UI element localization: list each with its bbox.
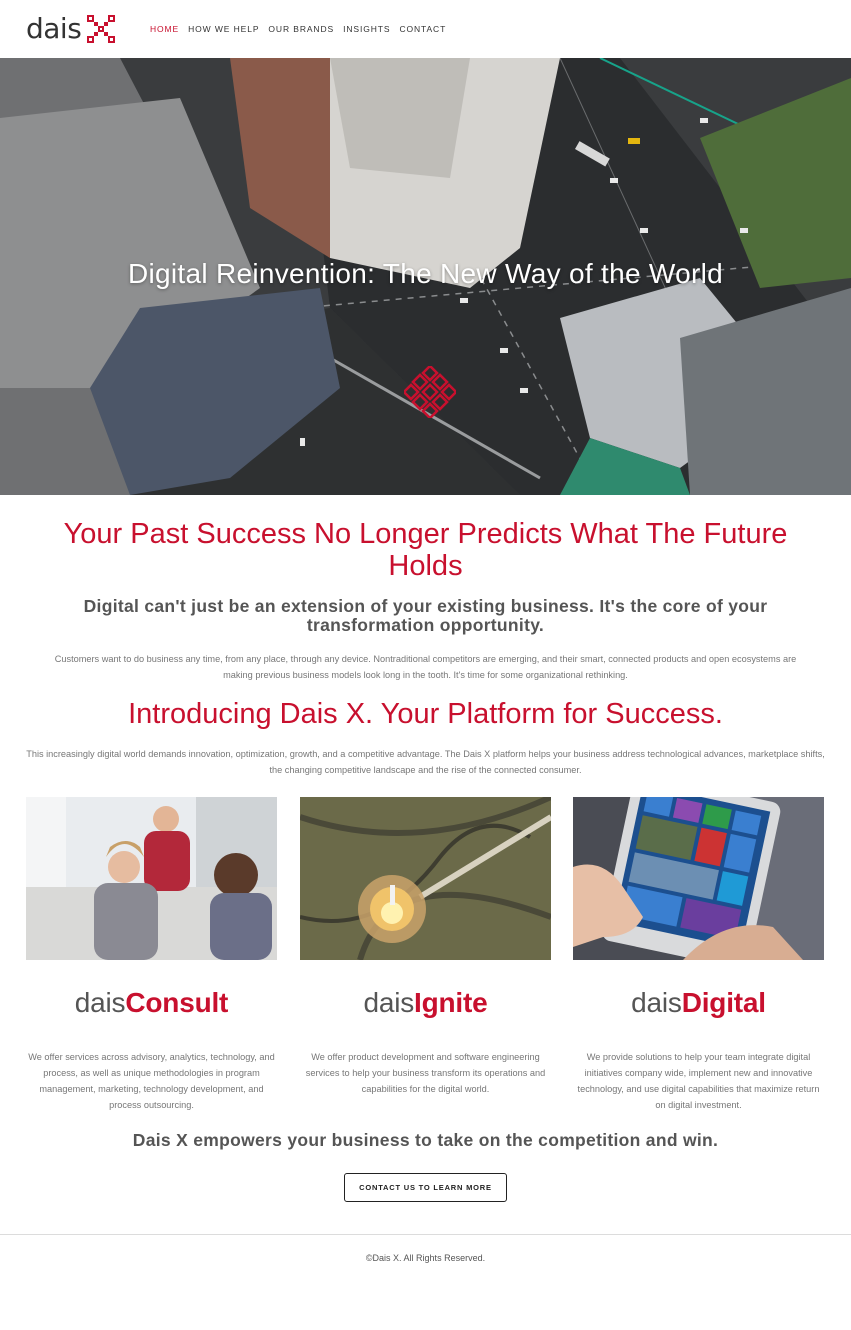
consult-image: [26, 797, 277, 960]
brand-consult-bold: Consult: [125, 987, 229, 1018]
dais-x-mark-icon: [87, 15, 116, 43]
hero-banner: Digital Reinvention: The New Way of the …: [0, 58, 851, 495]
brand-ignite-description: We offer product development and softwar…: [305, 1052, 546, 1094]
nav-insights[interactable]: INSIGHTS: [343, 22, 390, 36]
dais-x-mark-icon: [404, 366, 456, 418]
digital-image: [573, 797, 824, 960]
brand-digital-title[interactable]: daisDigital: [573, 986, 824, 1020]
logo-text: dais: [26, 12, 82, 45]
nav-home[interactable]: HOME: [150, 22, 179, 36]
nav-contact[interactable]: CONTACT: [399, 22, 446, 36]
brand-ignite-light: dais: [363, 987, 415, 1018]
brand-digital-description: We provide solutions to help your team i…: [577, 1052, 820, 1110]
main-nav: HOME HOW WE HELP OUR BRANDS INSIGHTS CON…: [150, 22, 446, 36]
ignite-image: [300, 797, 551, 960]
brand-consult-title[interactable]: daisConsult: [26, 986, 277, 1020]
nav-how-we-help[interactable]: HOW WE HELP: [188, 22, 259, 36]
contact-us-button[interactable]: CONTACT US TO LEARN MORE: [344, 1173, 507, 1202]
logo[interactable]: dais: [26, 12, 116, 45]
brand-digital-light: dais: [631, 987, 682, 1018]
brand-ignite-bold: Ignite: [414, 987, 488, 1018]
intro-heading: Introducing Dais X. Your Platform for Su…: [128, 698, 723, 730]
intro-paragraph: This increasingly digital world demands …: [26, 749, 825, 775]
nav-our-brands[interactable]: OUR BRANDS: [268, 22, 334, 36]
main-paragraph: Customers want to do business any time, …: [54, 654, 797, 680]
brand-ignite-title[interactable]: daisIgnite: [300, 986, 551, 1020]
tagline: Dais X empowers your business to take on…: [132, 1130, 719, 1150]
site-header: dais HOME HOW WE HELP OUR BRANDS INSIGHT…: [0, 0, 851, 58]
main-heading: Your Past Success No Longer Predicts Wha…: [63, 518, 788, 582]
brand-consult-light: dais: [74, 987, 126, 1018]
main-subheading: Digital can't just be an extension of yo…: [83, 596, 768, 635]
footer-copyright: ©Dais X. All Rights Reserved.: [365, 1253, 486, 1263]
hero-title: Digital Reinvention: The New Way of the …: [127, 258, 724, 289]
brand-consult-description: We offer services across advisory, analy…: [28, 1052, 275, 1110]
footer-divider: [0, 1234, 851, 1235]
brand-digital-bold: Digital: [681, 987, 766, 1018]
